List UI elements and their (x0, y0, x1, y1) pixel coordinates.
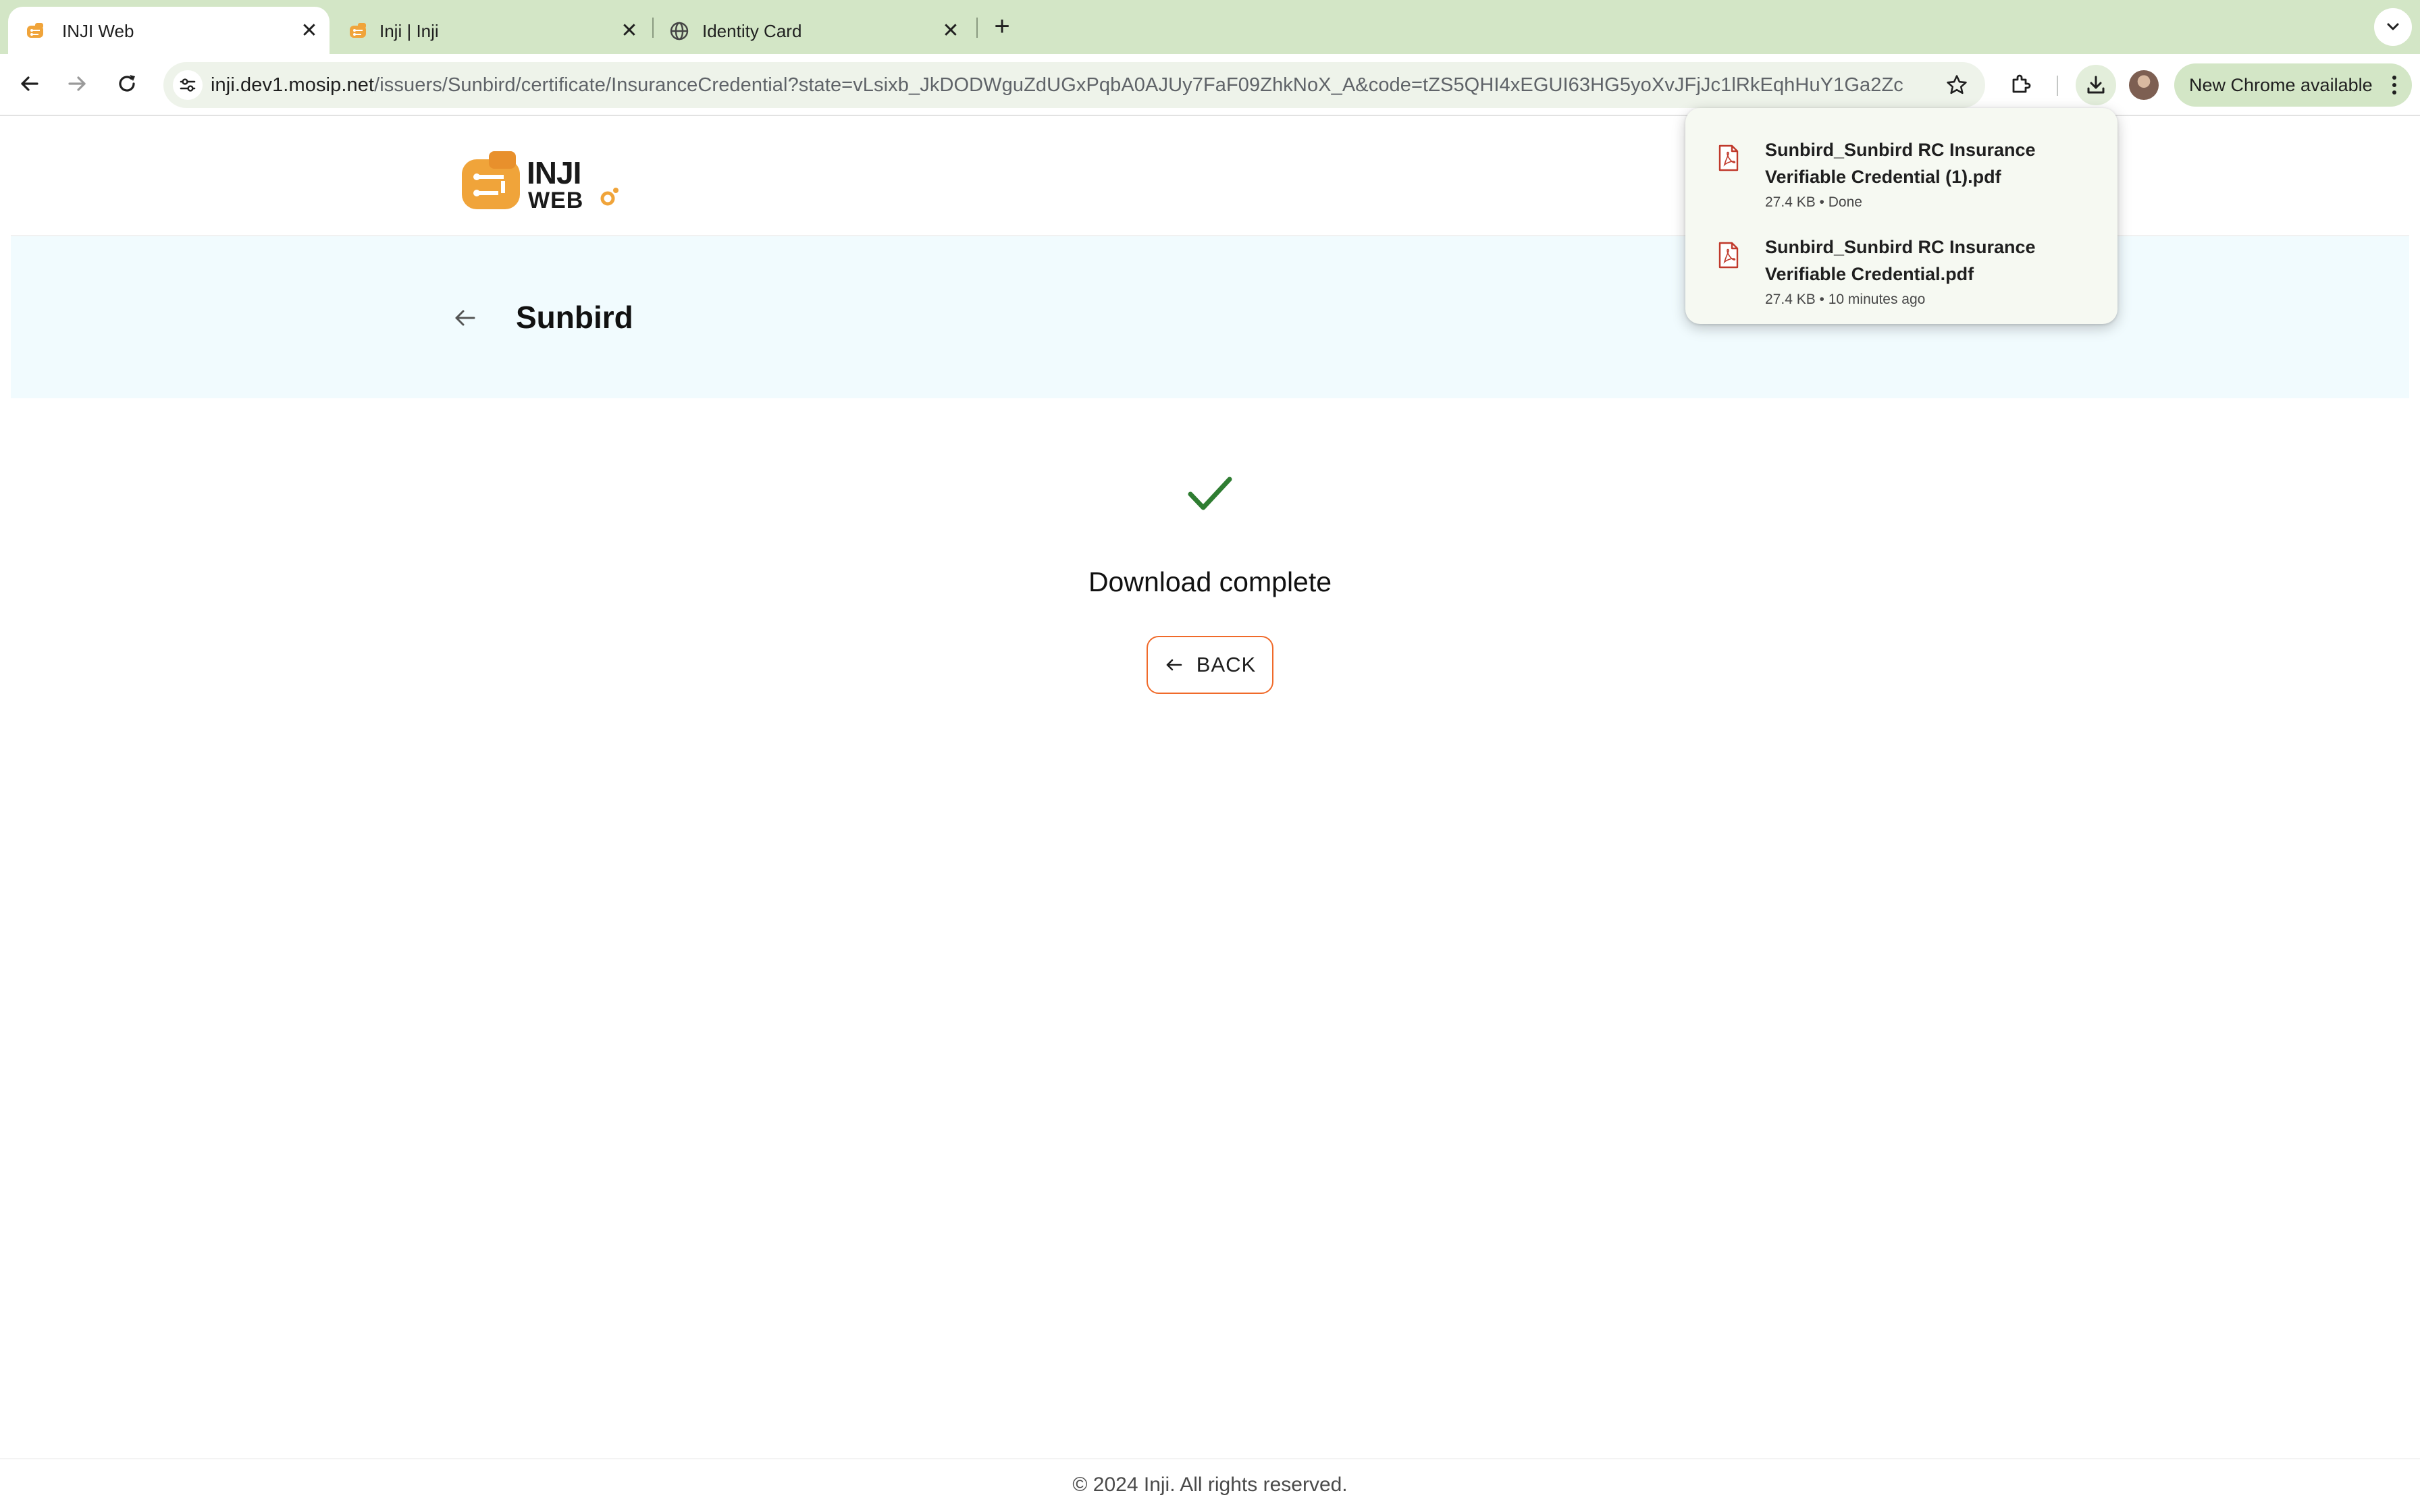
back-nav-button[interactable] (11, 65, 49, 103)
site-info-button[interactable] (173, 70, 203, 100)
more-menu-icon[interactable] (2386, 72, 2402, 99)
download-icon (2087, 76, 2105, 94)
update-label: New Chrome available (2189, 75, 2373, 95)
arrow-left-icon (455, 310, 475, 326)
forward-nav-button[interactable] (58, 65, 96, 103)
download-status-message: Download complete (1088, 566, 1332, 597)
profile-avatar[interactable] (2129, 70, 2159, 100)
globe-icon (670, 22, 689, 40)
tab-title: Identity Card (702, 21, 802, 41)
download-meta: 27.4 KB • 10 minutes ago (1765, 292, 1926, 307)
tab-title: Inji | Inji (379, 21, 439, 41)
tab-inji-web[interactable]: INJI Web ✕ (8, 7, 330, 54)
inji-logo-icon (27, 23, 43, 38)
page-back-button[interactable] (450, 302, 481, 333)
url-host: inji.dev1.mosip.net (211, 74, 375, 96)
url-text: inji.dev1.mosip.net/issuers/Sunbird/cert… (211, 72, 1903, 99)
puzzle-icon (2012, 74, 2031, 93)
reload-icon (119, 75, 135, 92)
tab-title: INJI Web (62, 21, 134, 41)
tab-identity-card[interactable]: Identity Card ✕ (656, 7, 978, 54)
extensions-button[interactable] (2001, 65, 2039, 103)
inji-logo-icon (350, 23, 366, 38)
reload-button[interactable] (108, 65, 146, 103)
close-tab-icon[interactable]: ✕ (939, 19, 963, 43)
arrow-left-icon (21, 76, 38, 91)
new-tab-button[interactable]: + (987, 12, 1017, 42)
close-tab-icon[interactable]: ✕ (297, 19, 321, 43)
address-bar[interactable]: inji.dev1.mosip.net/issuers/Sunbird/cert… (163, 62, 1985, 108)
star-icon (1947, 75, 1967, 94)
download-filename: Sunbird_Sunbird RC Insurance Verifiable … (1765, 237, 2036, 284)
tab-inji-inji[interactable]: Inji | Inji ✕ (331, 7, 652, 54)
tab-search-button[interactable] (2374, 8, 2412, 46)
chrome-update-button[interactable]: New Chrome available (2174, 63, 2412, 107)
close-tab-icon[interactable]: ✕ (617, 19, 641, 43)
page-title: Sunbird (516, 300, 633, 335)
download-item[interactable]: Sunbird_Sunbird RC Insurance Verifiable … (1685, 215, 2118, 312)
toolbar-separator (2057, 76, 2058, 96)
back-button[interactable]: BACK (1147, 636, 1273, 694)
arrow-left-icon (1166, 659, 1182, 671)
inji-web-logo[interactable]: INJI WEB (461, 146, 623, 213)
downloads-panel: Sunbird_Sunbird RC Insurance Verifiable … (1685, 108, 2118, 324)
svg-text:INJI: INJI (527, 155, 581, 190)
tune-icon (180, 78, 196, 92)
download-filename: Sunbird_Sunbird RC Insurance Verifiable … (1765, 140, 2036, 187)
bookmark-star-button[interactable] (1943, 72, 1970, 99)
svg-text:WEB: WEB (528, 188, 583, 213)
page-footer: © 2024 Inji. All rights reserved. (0, 1458, 2420, 1512)
download-meta: 27.4 KB • Done (1765, 194, 1862, 210)
tab-separator (976, 18, 978, 38)
downloads-button[interactable] (2076, 65, 2116, 105)
url-path: /issuers/Sunbird/certificate/InsuranceCr… (374, 74, 1903, 96)
tab-separator (652, 18, 654, 38)
download-item[interactable]: Sunbird_Sunbird RC Insurance Verifiable … (1685, 117, 2118, 215)
pdf-file-icon (1718, 242, 1739, 269)
footer-copyright: © 2024 Inji. All rights reserved. (1072, 1474, 1348, 1496)
checkmark-icon (1188, 477, 1232, 510)
back-button-label: BACK (1196, 653, 1257, 676)
arrow-right-icon (68, 76, 86, 91)
tab-strip: INJI Web ✕ Inji | Inji ✕ Identity Card ✕… (0, 0, 2420, 54)
pdf-file-icon (1718, 144, 1739, 171)
chevron-down-icon (2387, 23, 2399, 30)
